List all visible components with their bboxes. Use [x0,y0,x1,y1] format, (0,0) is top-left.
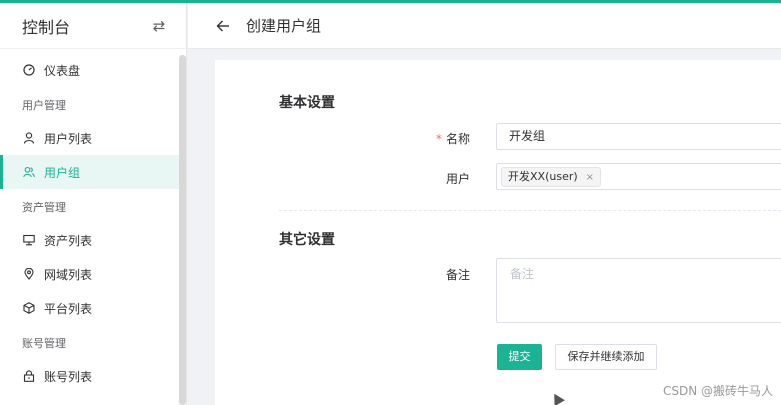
sidebar-item-label: 仪表盘 [44,63,81,78]
user-tag: 开发XX(user) × [501,167,602,187]
users-select[interactable]: 开发XX(user) × [496,163,781,190]
sidebar: 控制台 ⇄ 仪表盘 用户管理 用户列表 用户组 资产管理 资产列表 网域列表 平… [0,3,187,405]
sidebar-item-label: 用户列表 [44,131,93,146]
sidebar-item-asset-list[interactable]: 资产列表 [0,223,180,257]
save-continue-button[interactable]: 保存并继续添加 [555,344,657,370]
lock-icon [23,370,35,382]
sidebar-item-platform-list[interactable]: 平台列表 [0,291,180,325]
sidebar-group-account-management: 账号管理 [22,337,66,350]
users-label: 用户 [445,172,470,186]
sidebar-header: 控制台 ⇄ [0,3,186,49]
cube-icon [23,302,35,314]
sidebar-item-label: 平台列表 [44,301,93,316]
remark-label: 备注 [445,268,470,282]
monitor-icon [23,234,35,246]
swap-icon[interactable]: ⇄ [150,17,168,35]
user-tag-label: 开发XX(user) [508,170,578,183]
sidebar-group-asset-management: 资产管理 [22,201,66,214]
submit-button[interactable]: 提交 [497,344,542,370]
sidebar-group-user-management: 用户管理 [22,99,66,112]
sidebar-item-domain-list[interactable]: 网域列表 [0,257,180,291]
sidebar-item-label: 账号列表 [44,369,93,384]
page-header: 创建用户组 [188,3,781,49]
section-divider [279,210,781,211]
back-arrow-icon[interactable] [216,19,230,33]
required-asterisk: * [435,132,442,146]
user-icon [23,132,35,144]
section-title-basic: 基本设置 [279,95,335,111]
location-icon [23,268,35,280]
dashboard-icon [23,64,35,76]
form-card: 基本设置 * 名称 开发组 用户 开发XX(user) × 其它设置 备注 备注 提… [215,60,781,405]
page-title: 创建用户组 [246,17,322,35]
user-group-icon [23,166,35,178]
sidebar-item-account-list[interactable]: 账号列表 [0,359,180,393]
tag-close-icon[interactable]: × [586,172,594,183]
watermark: CSDN @搬砖牛马人 [662,384,773,398]
sidebar-menu: 仪表盘 用户管理 用户列表 用户组 资产管理 资产列表 网域列表 平台列表 账号… [0,49,186,393]
sidebar-title: 控制台 [22,17,71,37]
sidebar-item-label: 用户组 [44,165,81,180]
name-label: * 名称 [390,130,470,147]
sidebar-item-label: 资产列表 [44,233,93,248]
name-input[interactable]: 开发组 [496,123,781,150]
sidebar-item-user-list[interactable]: 用户列表 [0,121,180,155]
remark-textarea[interactable]: 备注 [496,258,781,323]
section-title-other: 其它设置 [279,232,335,248]
sidebar-item-user-group[interactable]: 用户组 [0,155,180,189]
sidebar-item-label: 网域列表 [44,267,93,282]
name-label-text: 名称 [445,132,470,146]
sidebar-scrollbar[interactable] [179,55,186,405]
sidebar-item-dashboard[interactable]: 仪表盘 [0,53,180,87]
